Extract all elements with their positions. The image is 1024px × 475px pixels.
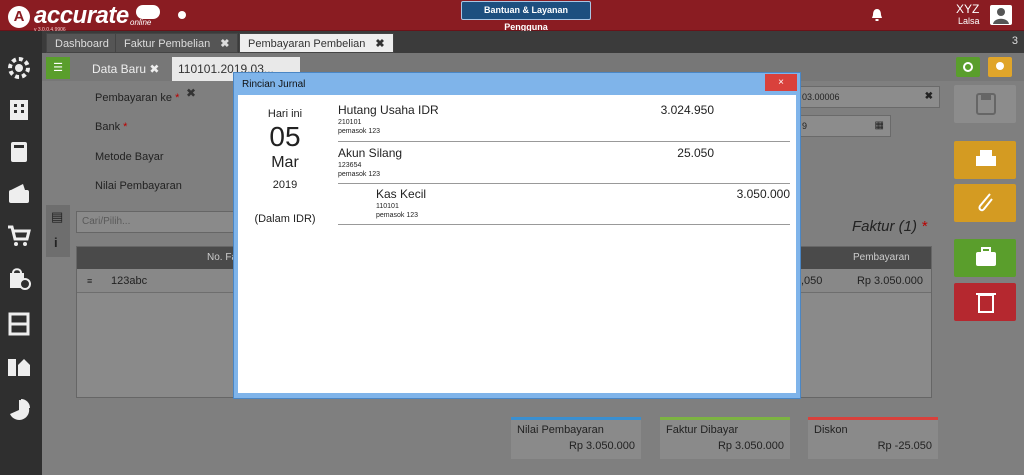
user-name[interactable]: XYZ (956, 3, 979, 15)
detail-panel-tabs: ▤ i (46, 205, 70, 257)
bag-add-icon[interactable] (6, 265, 32, 291)
entry-account-name: Hutang Usaha IDR (338, 103, 439, 117)
summary-label: Diskon (814, 424, 848, 436)
label-bank: Bank * (95, 121, 128, 133)
number-field[interactable]: 03.00006 ✖ (797, 86, 940, 108)
col-pembayaran[interactable]: Pembayaran (853, 247, 910, 269)
print-button[interactable] (954, 141, 1016, 179)
tab-count[interactable]: 3 (1012, 35, 1018, 47)
drag-handle-icon[interactable]: ≡ (87, 269, 92, 293)
tab-faktur-pembelian[interactable]: Faktur Pembelian ✖ (115, 33, 239, 53)
settings-button[interactable] (956, 57, 980, 77)
gear-icon[interactable] (6, 55, 32, 81)
entry-description: pemasok 123 (338, 171, 381, 178)
row-invoice-no: 123abc (111, 275, 148, 287)
date-year: 2019 (272, 179, 298, 191)
summary-value: Rp 3.050.000 (717, 440, 784, 452)
label-nilai-pembayaran: Nilai Pembayaran (95, 180, 182, 192)
wallet-icon[interactable] (6, 181, 32, 207)
close-icon[interactable]: ✖ (186, 86, 196, 100)
save-button[interactable] (954, 85, 1016, 123)
tab-bar: Dashboard Faktur Pembelian ✖ Pembayaran P… (42, 31, 1024, 53)
subtab-data-baru[interactable]: Data Baru ✖ (86, 57, 165, 81)
accurate-logo[interactable]: A accurate online v 3.0.0.4.9906 (4, 2, 174, 33)
buildings-icon[interactable] (6, 353, 32, 379)
summary-diskon: Diskon Rp -25.050 (808, 417, 938, 459)
journal-entry: Hutang Usaha IDR 210101 pemasok 123 (338, 103, 439, 135)
modal-title: Rincian Jurnal (242, 79, 306, 90)
book-icon[interactable] (6, 139, 32, 165)
entry-account-code: 210101 (338, 119, 362, 126)
entry-divider (338, 183, 790, 184)
label-metode-bayar: Metode Bayar (95, 151, 164, 163)
help-button[interactable]: Bantuan & Layanan Pengguna (461, 1, 591, 32)
tab-pembayaran-pembelian[interactable]: Pembayaran Pembelian ✖ (239, 33, 394, 53)
tip-button[interactable] (988, 57, 1012, 77)
cart-icon[interactable] (6, 223, 32, 249)
top-header: A accurate online v 3.0.0.4.9906 Bantuan… (0, 0, 1024, 33)
bell-icon[interactable] (870, 8, 884, 22)
row-payment: Rp 3.050.000 (856, 275, 923, 287)
close-icon[interactable]: ✖ (220, 38, 229, 50)
status-dot-icon[interactable] (178, 11, 186, 19)
date-label: Hari ini (267, 108, 303, 120)
user-avatar-icon[interactable] (990, 5, 1012, 25)
info-icon[interactable]: i (54, 235, 58, 250)
date-field[interactable]: 9 ▦ (797, 115, 891, 137)
delete-button[interactable] (954, 283, 1016, 321)
summary-label: Faktur Dibayar (666, 424, 739, 436)
logo-mark-icon: A (8, 6, 30, 28)
entry-divider (338, 224, 790, 225)
entry-account-code: 123654 (338, 162, 362, 169)
entry-account-code: 110101 (376, 203, 399, 210)
close-icon[interactable]: ✖ (375, 38, 384, 50)
list-icon[interactable]: ☰ (46, 57, 70, 79)
entry-debit: 25.050 (677, 146, 714, 160)
entry-description: pemasok 123 (338, 128, 381, 135)
summary-value: Rp 3.050.000 (568, 440, 635, 452)
date-day: 05 (269, 121, 301, 152)
modal-close-button[interactable]: × (765, 74, 797, 91)
tab-dashboard[interactable]: Dashboard (46, 33, 118, 53)
subtab-label: Data Baru (92, 62, 147, 76)
user-subtitle: Lalsa (958, 16, 980, 26)
entry-credit: 3.050.000 (736, 187, 790, 201)
journal-entry: Akun Silang 123654 pemasok 123 (338, 146, 402, 178)
calendar-icon[interactable]: ▦ (875, 116, 884, 136)
entry-account-name: Kas Kecil (376, 187, 427, 201)
row-partial-value: ,050 (801, 275, 823, 287)
entry-account-name: Akun Silang (338, 146, 403, 160)
tab-label: Dashboard (55, 38, 109, 50)
journal-detail-modal: Rincian Jurnal × Hari ini 05 Mar 2019 (D… (233, 72, 801, 399)
cloud-icon (136, 5, 160, 19)
archive-icon[interactable] (6, 311, 32, 337)
entry-debit: 3.024.950 (660, 103, 714, 117)
clear-icon[interactable]: ✖ (925, 87, 933, 107)
tab-label: Pembayaran Pembelian (248, 38, 366, 50)
pie-chart-icon[interactable] (6, 397, 32, 423)
summary-nilai-pembayaran: Nilai Pembayaran Rp 3.050.000 (511, 417, 641, 459)
currency-note: (Dalam IDR) (254, 213, 316, 225)
sidebar (0, 31, 42, 475)
logo-text: accurate (34, 2, 129, 29)
modal-body: Hari ini 05 Mar 2019 (Dalam IDR) Hutang … (238, 95, 796, 393)
logo-online: online (130, 18, 152, 27)
label-pembayaran-ke: Pembayaran ke * (95, 92, 180, 104)
summary-label: Nilai Pembayaran (517, 424, 604, 436)
journal-entry: Kas Kecil 110101 pemasok 123 (376, 187, 426, 219)
search-input[interactable]: Cari/Pilih... (76, 211, 234, 233)
date-month: Mar (271, 154, 299, 171)
summary-value: Rp -25.050 (877, 440, 932, 452)
briefcase-button[interactable] (954, 239, 1016, 277)
building-icon[interactable] (6, 97, 32, 123)
document-icon[interactable]: ▤ (51, 209, 63, 225)
attachment-button[interactable] (954, 184, 1016, 222)
tab-label: Faktur Pembelian (124, 38, 211, 50)
faktur-title: Faktur (1) * (852, 218, 928, 235)
entry-divider (338, 141, 790, 142)
close-icon[interactable]: ✖ (149, 62, 159, 76)
entry-description: pemasok 123 (376, 212, 419, 219)
summary-faktur-dibayar: Faktur Dibayar Rp 3.050.000 (660, 417, 790, 459)
